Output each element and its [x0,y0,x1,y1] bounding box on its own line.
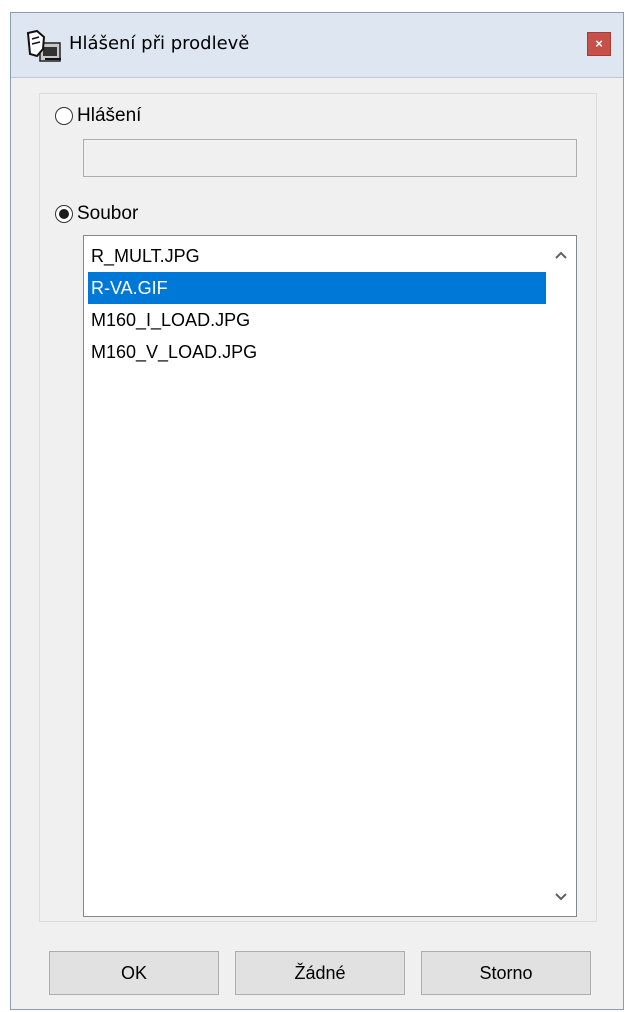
close-button[interactable]: × [587,32,611,56]
hand-notification-icon [26,29,61,62]
chevron-down-icon[interactable] [554,890,568,904]
message-option[interactable]: Hlášení [55,105,141,127]
list-item-selected[interactable]: R-VA.GIF [88,272,546,304]
file-list-items: R_MULT.JPG R-VA.GIF M160_I_LOAD.JPG M160… [88,240,546,368]
file-option[interactable]: Soubor [55,203,138,225]
file-list[interactable]: R_MULT.JPG R-VA.GIF M160_I_LOAD.JPG M160… [83,235,577,917]
list-item[interactable]: R_MULT.JPG [88,240,546,272]
list-item[interactable]: M160_I_LOAD.JPG [88,304,546,336]
message-radio-label: Hlášení [77,105,142,126]
file-radio[interactable] [55,205,73,223]
chevron-up-icon[interactable] [554,248,568,262]
dialog-window: Hlášení při prodlevě × Hlášení Soubor R_… [10,12,624,1010]
file-radio-label: Soubor [77,203,139,224]
list-item[interactable]: M160_V_LOAD.JPG [88,336,546,368]
message-field[interactable] [83,139,577,177]
message-radio[interactable] [55,107,73,125]
ok-button[interactable]: OK [49,951,219,995]
window-title: Hlášení při prodlevě [69,33,250,54]
none-button[interactable]: Žádné [235,951,405,995]
title-bar[interactable]: Hlášení při prodlevě × [11,13,623,78]
cancel-button[interactable]: Storno [421,951,591,995]
